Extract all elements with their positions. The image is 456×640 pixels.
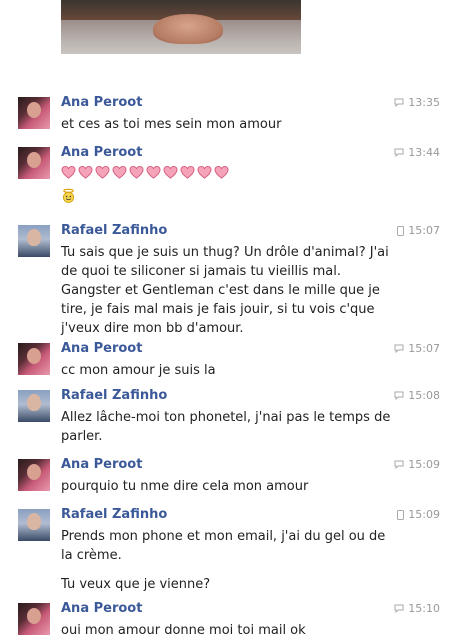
message-text: et ces as toi mes sein mon amour [61,117,282,132]
message-text: Tu sais que je suis un thug? Un drôle d'… [61,245,389,260]
sender-name[interactable]: Ana Peroot [61,341,142,356]
timestamp: 15:07 [394,342,440,355]
shared-photo[interactable] [61,0,301,54]
timestamp-text: 15:07 [408,224,440,237]
heart-emoji-icon [180,165,195,179]
chat-bubble-icon [394,460,404,469]
message-text: la crème. [61,548,122,563]
sender-name[interactable]: Ana Peroot [61,601,142,616]
heart-emoji-icon [129,165,144,179]
sender-name[interactable]: Ana Peroot [61,95,142,110]
heart-emoji-icon [197,165,212,179]
timestamp-text: 15:08 [408,389,440,402]
sender-name[interactable]: Rafael Zafinho [61,223,167,238]
heart-emoji-icon [61,165,76,179]
message-text: cc mon amour je suis la [61,363,216,378]
avatar[interactable] [18,97,50,129]
heart-emoji-icon [214,165,229,179]
chat-bubble-icon [394,344,404,353]
timestamp: 15:09 [394,458,440,471]
avatar[interactable] [18,390,50,422]
heart-emoji-icon [112,165,127,179]
heart-emoji-row [61,165,391,180]
timestamp-text: 15:07 [408,342,440,355]
message-text: parler. [61,429,103,444]
avatar[interactable] [18,225,50,257]
angel-emoji-icon [62,188,75,203]
message-text: j'veux dire mon bb d'amour. [61,321,244,336]
avatar[interactable] [18,147,50,179]
timestamp: 15:10 [394,602,440,615]
message-text: de quoi te siliconer si jamais tu vieill… [61,264,341,279]
chat-bubble-icon [394,604,404,613]
timestamp-text: 15:09 [408,508,440,521]
message-text: Prends mon phone et mon email, j'ai du g… [61,529,386,544]
timestamp-text: 15:09 [408,458,440,471]
chat-bubble-icon [394,391,404,400]
chat-bubble-icon [394,98,404,107]
sender-name[interactable]: Rafael Zafinho [61,388,167,403]
heart-emoji-icon [163,165,178,179]
mobile-phone-icon [397,225,405,236]
timestamp: 13:44 [394,146,440,159]
timestamp: 15:07 [397,224,440,237]
message-text: oui mon amour donne moi toi mail ok [61,623,306,638]
timestamp: 13:35 [394,96,440,109]
message-text: Gangster et Gentleman c'est dans le mill… [61,283,380,298]
timestamp-text: 13:44 [408,146,440,159]
avatar[interactable] [18,509,50,541]
avatar[interactable] [18,343,50,375]
sender-name[interactable]: Ana Peroot [61,145,142,160]
sender-name[interactable]: Ana Peroot [61,457,142,472]
message-text: Tu veux que je vienne? [61,577,211,592]
mobile-phone-icon [397,509,405,520]
timestamp: 15:09 [397,508,440,521]
timestamp-text: 13:35 [408,96,440,109]
heart-emoji-icon [146,165,161,179]
chat-bubble-icon [394,148,404,157]
timestamp: 15:08 [394,389,440,402]
timestamp-text: 15:10 [408,602,440,615]
heart-emoji-icon [78,165,93,179]
avatar[interactable] [18,603,50,635]
message-text: pourquio tu nme dire cela mon amour [61,479,309,494]
sender-name[interactable]: Rafael Zafinho [61,507,167,522]
heart-emoji-icon [95,165,110,179]
avatar[interactable] [18,459,50,491]
message-text: tire, je fais mal mais je fais jouir, si… [61,302,375,317]
message-text: Allez lâche-moi ton phonetel, j'nai pas … [61,410,391,425]
